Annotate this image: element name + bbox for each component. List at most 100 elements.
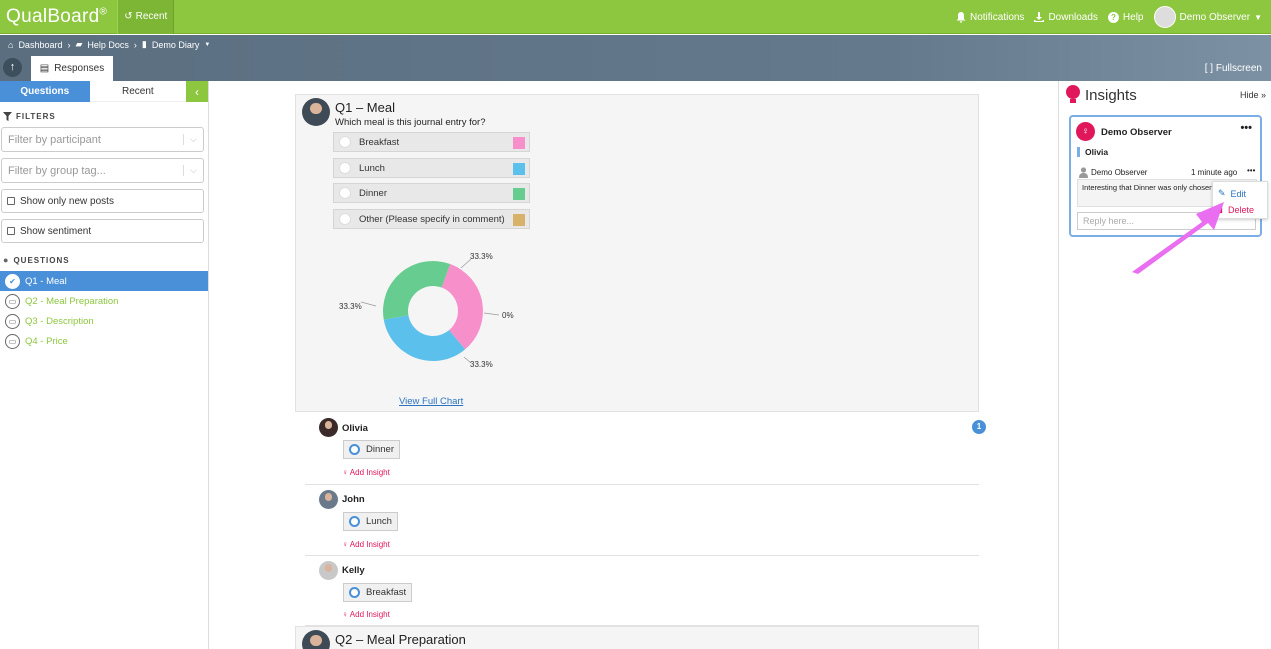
chevron-left-icon: ‹ [195,84,200,99]
more-icon[interactable]: ••• [1240,122,1252,134]
selected-radio-icon [349,444,360,455]
comment-icon: ▭ [5,313,20,329]
recent-button[interactable]: ↺ Recent [117,0,175,34]
pie-label-breakfast: 33.3% [470,252,493,261]
app-logo[interactable]: QualBoard® [0,6,107,28]
question-item-q2[interactable]: ▭ Q2 - Meal Preparation [0,291,208,311]
lightbulb-icon: ♀ [342,610,348,619]
help-button[interactable]: ? Help [1103,0,1149,34]
book-icon: ▮ [141,39,147,49]
response-item: Olivia Dinner ♀ Add Insight [305,413,979,485]
comment-icon: ▭ [5,293,20,309]
filters-heading: FILTERS [0,111,208,121]
insights-panel: Insights Hide » ♀ Demo Observer ••• Oliv… [1058,81,1271,649]
hide-insights-button[interactable]: Hide » [1240,90,1266,100]
add-insight-link[interactable]: ♀ Add Insight [342,540,390,549]
upload-icon[interactable]: ↑ [3,58,22,77]
insight-count-badge[interactable]: 1 [972,420,986,434]
donut-slice-dinner [383,261,451,320]
breadcrumb-demo-diary[interactable]: Demo Diary [152,40,200,50]
insight-owner: Demo Observer [1101,127,1172,138]
caret-down-icon: ▼ [1254,12,1262,22]
collapse-sidebar-button[interactable]: ‹ [186,81,208,102]
chevron-down-icon: ⌵ [183,134,197,145]
filter-icon [3,111,12,121]
question-title: Q2 – Meal Preparation [335,632,466,647]
comments-icon: ● [3,255,10,265]
avatar [1153,6,1176,28]
insights-title: Insights [1085,87,1137,104]
check-circle-icon: ✔ [5,273,20,289]
notifications-button[interactable]: Notifications [951,0,1029,34]
question-card: Q1 – Meal Which meal is this journal ent… [295,94,979,412]
tab-questions[interactable]: Questions [0,81,90,102]
caret-down-icon: ▼ [204,41,211,48]
participant-name[interactable]: Kelly [342,565,365,576]
chevron-right-icon: › [133,39,137,50]
donut-slice-lunch [383,315,466,361]
comment-timestamp: 1 minute ago [1191,168,1238,177]
avatar [319,418,338,437]
avatar [319,490,338,509]
user-menu[interactable]: Demo Observer ▼ [1149,0,1271,34]
selected-radio-icon [349,516,360,527]
annotation-arrow [1132,202,1224,274]
pie-label-lunch: 33.3% [339,302,362,311]
home-icon: ⌂ [8,39,14,50]
avatar [319,561,338,580]
question-circle-icon: ? [1107,11,1119,23]
question-item-q3[interactable]: ▭ Q3 - Description [0,311,208,331]
lightbulb-icon: ♀ [1076,122,1095,141]
view-full-chart-link[interactable]: View Full Chart [399,396,463,407]
participant-filter-select[interactable]: Filter by participant ⌵ [1,127,204,152]
pie-label-other: 0% [502,311,514,320]
lightbulb-icon: ♀ [342,540,348,549]
user-icon [1079,167,1088,178]
checkbox[interactable] [7,197,15,205]
add-insight-link[interactable]: ♀ Add Insight [342,610,390,619]
expand-icon: [ ] [1204,63,1214,74]
breadcrumb-help-docs[interactable]: Help Docs [87,40,129,50]
comment-more-icon[interactable]: ••• [1247,166,1255,175]
download-icon [1034,12,1045,22]
show-new-posts-checkbox[interactable]: Show only new posts [1,189,204,213]
breadcrumb-dashboard[interactable]: Dashboard [18,40,62,50]
list-icon: ▤ [39,63,50,74]
leader-line-lunch [360,301,377,307]
breadcrumb: ⌂ Dashboard › ▰ Help Docs › ▮ Demo Diary… [8,39,210,50]
leader-line-other [483,312,500,316]
response-item: Kelly Breakfast ♀ Add Insight [305,556,979,626]
question-item-q4[interactable]: ▭ Q4 - Price [0,331,208,351]
participant-name[interactable]: John [342,494,365,505]
participant-name[interactable]: Olivia [342,423,368,434]
history-icon: ↺ [124,11,133,22]
question-card: Q2 – Meal Preparation [295,626,979,649]
lightbulb-icon [1066,85,1080,103]
answer-chip: Dinner [343,440,400,459]
comment-icon: ▭ [5,333,20,349]
avatar [302,630,330,649]
add-insight-link[interactable]: ♀ Add Insight [342,468,390,477]
chevron-down-icon: ⌵ [183,165,197,176]
tab-responses[interactable]: ▤ Responses [31,56,113,81]
show-sentiment-checkbox[interactable]: Show sentiment [1,219,204,243]
checkbox[interactable] [7,227,15,235]
group-tag-filter-select[interactable]: Filter by group tag... ⌵ [1,158,204,183]
comment-author: Demo Observer [1091,168,1148,177]
downloads-button[interactable]: Downloads [1029,0,1102,34]
left-sidebar: Questions Recent ‹ FILTERS Filter by par… [0,81,209,649]
response-item: John Lunch ♀ Add Insight [305,485,979,556]
pie-label-dinner: 33.3% [470,360,493,369]
answer-chip: Lunch [343,512,398,531]
lightbulb-icon: ♀ [342,468,348,477]
selected-radio-icon [349,587,360,598]
fullscreen-button[interactable]: [ ] Fullscreen [1205,63,1262,74]
insight-participant[interactable]: Olivia [1077,147,1108,157]
folder-icon: ▰ [75,39,83,49]
answer-chip: Breakfast [343,583,413,602]
chevron-right-icon: › [67,39,71,50]
question-item-q1[interactable]: ✔ Q1 - Meal [0,271,208,291]
donut-chart [360,258,500,364]
tab-recent[interactable]: Recent [89,81,187,102]
double-chevron-right-icon: » [1260,90,1266,100]
